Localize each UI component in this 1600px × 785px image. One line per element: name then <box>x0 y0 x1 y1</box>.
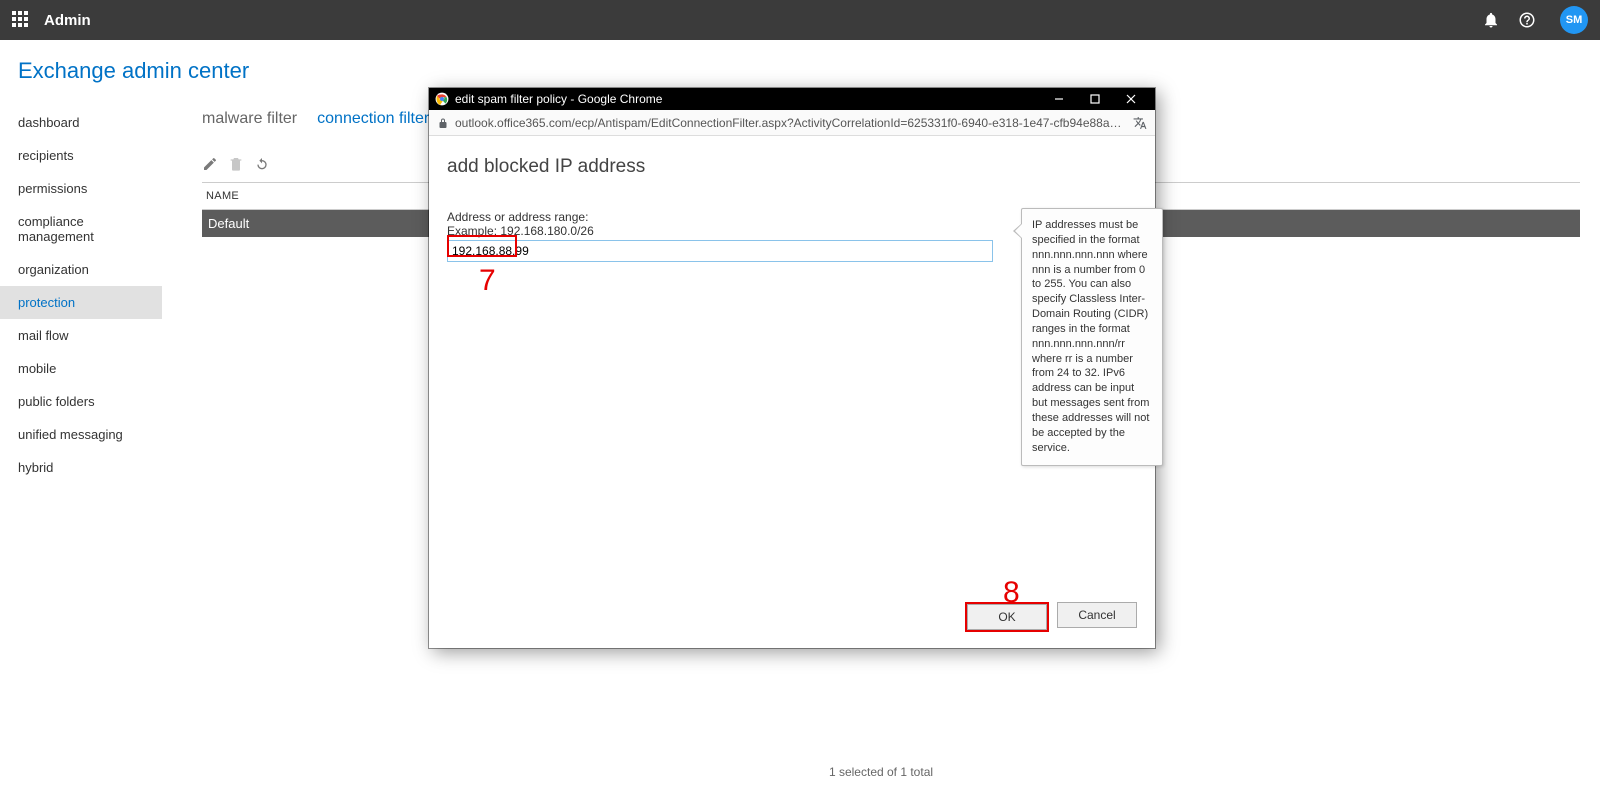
cancel-button[interactable]: Cancel <box>1057 602 1137 628</box>
annotation-8: 8 <box>1003 576 1020 610</box>
popup-window: edit spam filter policy - Google Chrome … <box>429 88 1155 648</box>
ip-address-input[interactable] <box>447 240 993 262</box>
chrome-icon <box>435 92 449 106</box>
maximize-button[interactable] <box>1077 88 1113 110</box>
topbar: Admin SM <box>0 0 1600 40</box>
edit-icon[interactable] <box>202 156 218 172</box>
popup-titlebar: edit spam filter policy - Google Chrome <box>429 88 1155 110</box>
sidebar-item-hybrid[interactable]: hybrid <box>0 451 162 484</box>
popup-body: add blocked IP address Address or addres… <box>429 136 1155 648</box>
minimize-button[interactable] <box>1041 88 1077 110</box>
help-icon[interactable] <box>1518 11 1536 29</box>
sidebar: dashboard recipients permissions complia… <box>0 102 162 785</box>
sidebar-item-organization[interactable]: organization <box>0 253 162 286</box>
translate-icon[interactable] <box>1133 116 1147 130</box>
app-launcher-icon[interactable] <box>12 11 30 29</box>
sidebar-item-public-folders[interactable]: public folders <box>0 385 162 418</box>
close-button[interactable] <box>1113 88 1149 110</box>
popup-window-title: edit spam filter policy - Google Chrome <box>455 92 1041 106</box>
lock-icon <box>437 117 449 129</box>
address-bar[interactable]: outlook.office365.com/ecp/Antispam/EditC… <box>429 110 1155 136</box>
notification-icon[interactable] <box>1482 11 1500 29</box>
delete-icon[interactable] <box>228 156 244 172</box>
tab-connection-filter[interactable]: connection filter <box>317 110 429 128</box>
refresh-icon[interactable] <box>254 156 270 172</box>
url-text: outlook.office365.com/ecp/Antispam/EditC… <box>455 116 1127 130</box>
sidebar-item-permissions[interactable]: permissions <box>0 172 162 205</box>
tab-malware-filter[interactable]: malware filter <box>202 110 297 128</box>
sidebar-item-mobile[interactable]: mobile <box>0 352 162 385</box>
popup-heading: add blocked IP address <box>447 156 1137 178</box>
sidebar-item-recipients[interactable]: recipients <box>0 139 162 172</box>
sidebar-item-protection[interactable]: protection <box>0 286 162 319</box>
topbar-title: Admin <box>44 12 91 29</box>
sidebar-item-compliance-management[interactable]: compliance management <box>0 205 162 253</box>
avatar[interactable]: SM <box>1560 6 1588 34</box>
table-status: 1 selected of 1 total <box>829 765 933 779</box>
sidebar-item-dashboard[interactable]: dashboard <box>0 106 162 139</box>
sidebar-item-mail-flow[interactable]: mail flow <box>0 319 162 352</box>
sidebar-item-unified-messaging[interactable]: unified messaging <box>0 418 162 451</box>
ip-format-tooltip: IP addresses must be specified in the fo… <box>1021 208 1163 466</box>
annotation-7: 7 <box>479 264 496 298</box>
